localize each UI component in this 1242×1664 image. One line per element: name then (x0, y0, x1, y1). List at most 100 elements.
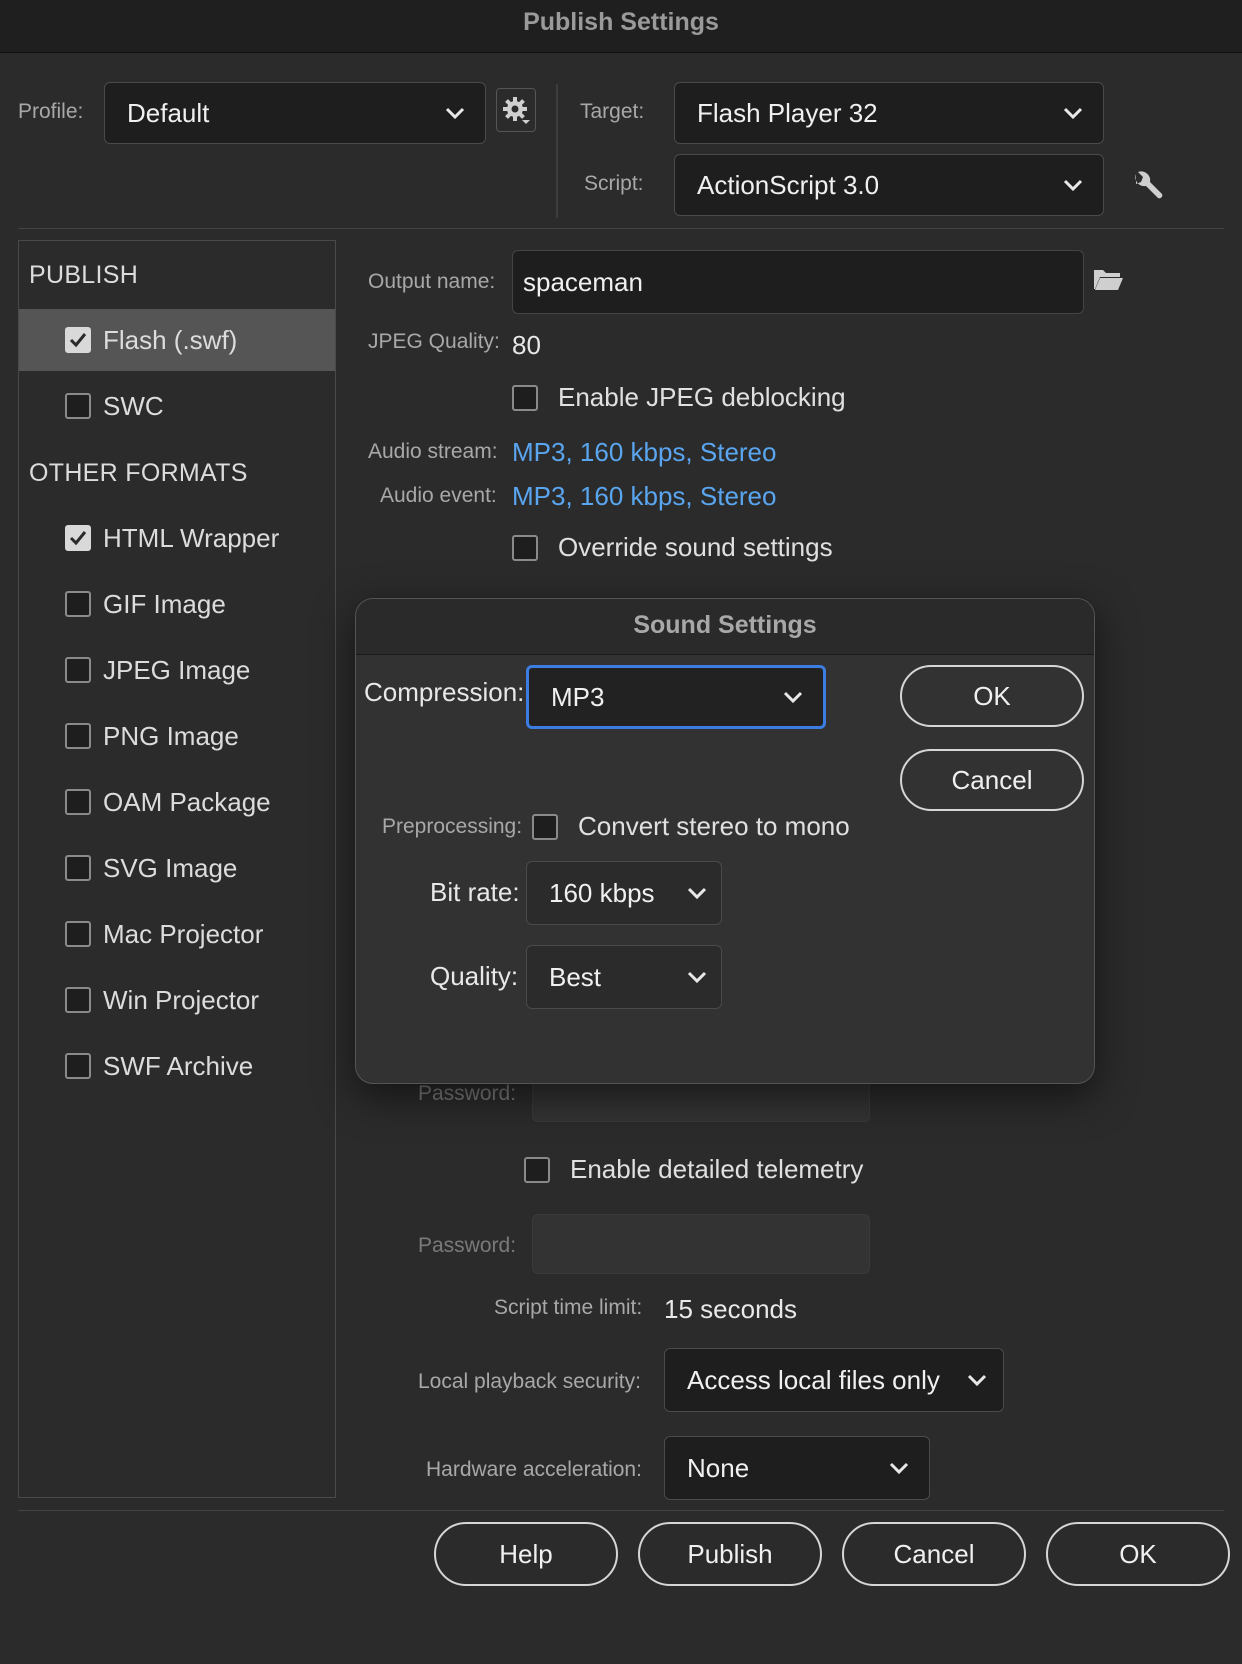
profile-value: Default (127, 97, 210, 128)
hw-accel-label: Hardware acceleration: (426, 1458, 642, 1481)
sidebar-item-swf-archive[interactable]: SWF Archive (19, 1035, 335, 1097)
chevron-down-icon (961, 1374, 993, 1387)
chevron-down-icon (683, 971, 711, 984)
script-settings-button[interactable] (1130, 170, 1164, 204)
chevron-down-icon (1053, 107, 1093, 120)
chevron-down-icon (683, 887, 711, 900)
quality-value: Best (549, 961, 602, 992)
profile-label: Profile: (18, 100, 84, 123)
sidebar-item-jpeg-image[interactable]: JPEG Image (19, 639, 335, 701)
sidebar-item-label: SWF Archive (103, 1050, 254, 1081)
checkbox[interactable] (65, 327, 91, 353)
script-label: Script: (584, 172, 644, 195)
jpeg-quality-value[interactable]: 80 (512, 330, 541, 361)
sidebar-item-gif-image[interactable]: GIF Image (19, 573, 335, 635)
footer-separator (18, 1510, 1224, 1511)
browse-folder-button[interactable] (1092, 266, 1126, 296)
script-dropdown[interactable]: ActionScript 3.0 (674, 154, 1104, 216)
gear-icon (503, 97, 530, 124)
ok-button[interactable]: OK (1046, 1522, 1230, 1586)
checkbox[interactable] (65, 591, 91, 617)
checkbox[interactable] (65, 525, 91, 551)
target-dropdown[interactable]: Flash Player 32 (674, 82, 1104, 144)
sidebar-item-flash-swf[interactable]: Flash (.swf) (19, 309, 335, 371)
script-time-value[interactable]: 15 seconds (664, 1294, 797, 1325)
checkbox[interactable] (524, 1156, 550, 1183)
other-formats-heading: OTHER FORMATS (29, 459, 248, 487)
profile-options-button[interactable] (496, 88, 536, 132)
audio-stream-label: Audio stream: (368, 440, 498, 463)
output-name-value: spaceman (523, 266, 643, 297)
checkbox[interactable] (65, 723, 91, 749)
password-label: Password: (418, 1082, 517, 1105)
telemetry-label: Enable detailed telemetry (570, 1154, 864, 1184)
convert-mono-option[interactable]: Convert stereo to mono (532, 811, 850, 842)
checkbox[interactable] (512, 534, 538, 561)
checkbox[interactable] (65, 657, 91, 683)
checkbox[interactable] (512, 384, 538, 411)
detailed-telemetry-option[interactable]: Enable detailed telemetry (524, 1154, 863, 1185)
header-separator (18, 228, 1224, 229)
sidebar-item-label: OAM Package (103, 786, 271, 817)
hw-accel-dropdown[interactable]: None (664, 1436, 930, 1500)
checkbox[interactable] (65, 855, 91, 881)
chevron-down-icon (879, 1462, 919, 1475)
sidebar-item-svg-image[interactable]: SVG Image (19, 837, 335, 899)
profile-dropdown[interactable]: Default (104, 82, 486, 144)
sidebar-item-label: Win Projector (103, 984, 260, 1015)
quality-label: Quality: (430, 961, 519, 991)
cancel-button[interactable]: Cancel (842, 1522, 1026, 1586)
format-sidebar: PUBLISH Flash (.swf) SWC OTHER FORMATS H… (18, 240, 336, 1498)
sidebar-item-win-projector[interactable]: Win Projector (19, 969, 335, 1031)
sidebar-item-mac-projector[interactable]: Mac Projector (19, 903, 335, 965)
sidebar-item-label: SWC (103, 390, 164, 421)
checkbox[interactable] (65, 987, 91, 1013)
checkbox[interactable] (65, 921, 91, 947)
override-sound-option[interactable]: Override sound settings (512, 532, 833, 563)
preprocessing-label: Preprocessing: (382, 815, 523, 838)
help-button[interactable]: Help (434, 1522, 618, 1586)
sidebar-item-swc[interactable]: SWC (19, 375, 335, 437)
window-title: Publish Settings (523, 8, 719, 36)
jpeg-deblocking-option[interactable]: Enable JPEG deblocking (512, 382, 846, 413)
bitrate-dropdown[interactable]: 160 kbps (526, 861, 722, 925)
telemetry-password-field[interactable] (532, 1214, 870, 1274)
audio-stream-link[interactable]: MP3, 160 kbps, Stereo (512, 437, 776, 468)
chevron-down-icon (1053, 179, 1093, 192)
checkbox[interactable] (532, 813, 558, 840)
sound-cancel-button[interactable]: Cancel (900, 749, 1084, 811)
sidebar-item-oam-package[interactable]: OAM Package (19, 771, 335, 833)
output-name-label: Output name: (368, 270, 496, 293)
local-security-dropdown[interactable]: Access local files only (664, 1348, 1004, 1412)
chevron-down-icon (435, 107, 475, 120)
checkbox[interactable] (65, 393, 91, 419)
audio-event-link[interactable]: MP3, 160 kbps, Stereo (512, 481, 776, 512)
sidebar-item-png-image[interactable]: PNG Image (19, 705, 335, 767)
audio-event-label: Audio event: (380, 484, 497, 507)
publish-button[interactable]: Publish (638, 1522, 822, 1586)
checkbox[interactable] (65, 1053, 91, 1079)
local-security-label: Local playback security: (418, 1370, 641, 1393)
output-name-field[interactable]: spaceman (512, 250, 1084, 314)
target-label: Target: (580, 100, 645, 123)
sound-ok-button[interactable]: OK (900, 665, 1084, 727)
header-divider (556, 84, 558, 218)
dialog-title: Sound Settings (633, 611, 817, 639)
override-sound-label: Override sound settings (558, 532, 833, 562)
sidebar-item-html-wrapper[interactable]: HTML Wrapper (19, 507, 335, 569)
sidebar-item-label: JPEG Image (103, 654, 251, 685)
chevron-down-icon (773, 691, 813, 704)
sidebar-item-label: SVG Image (103, 852, 238, 883)
quality-dropdown[interactable]: Best (526, 945, 722, 1009)
local-security-value: Access local files only (687, 1364, 940, 1395)
checkbox[interactable] (65, 789, 91, 815)
jpeg-deblocking-label: Enable JPEG deblocking (558, 382, 846, 412)
script-value: ActionScript 3.0 (697, 169, 880, 200)
compression-dropdown[interactable]: MP3 (526, 665, 826, 729)
sidebar-item-label: GIF Image (103, 588, 226, 619)
publish-heading: PUBLISH (29, 261, 139, 289)
sidebar-item-label: Mac Projector (103, 918, 264, 949)
compression-value: MP3 (551, 681, 605, 712)
script-time-label: Script time limit: (494, 1296, 643, 1319)
compression-label: Compression: (364, 677, 525, 707)
